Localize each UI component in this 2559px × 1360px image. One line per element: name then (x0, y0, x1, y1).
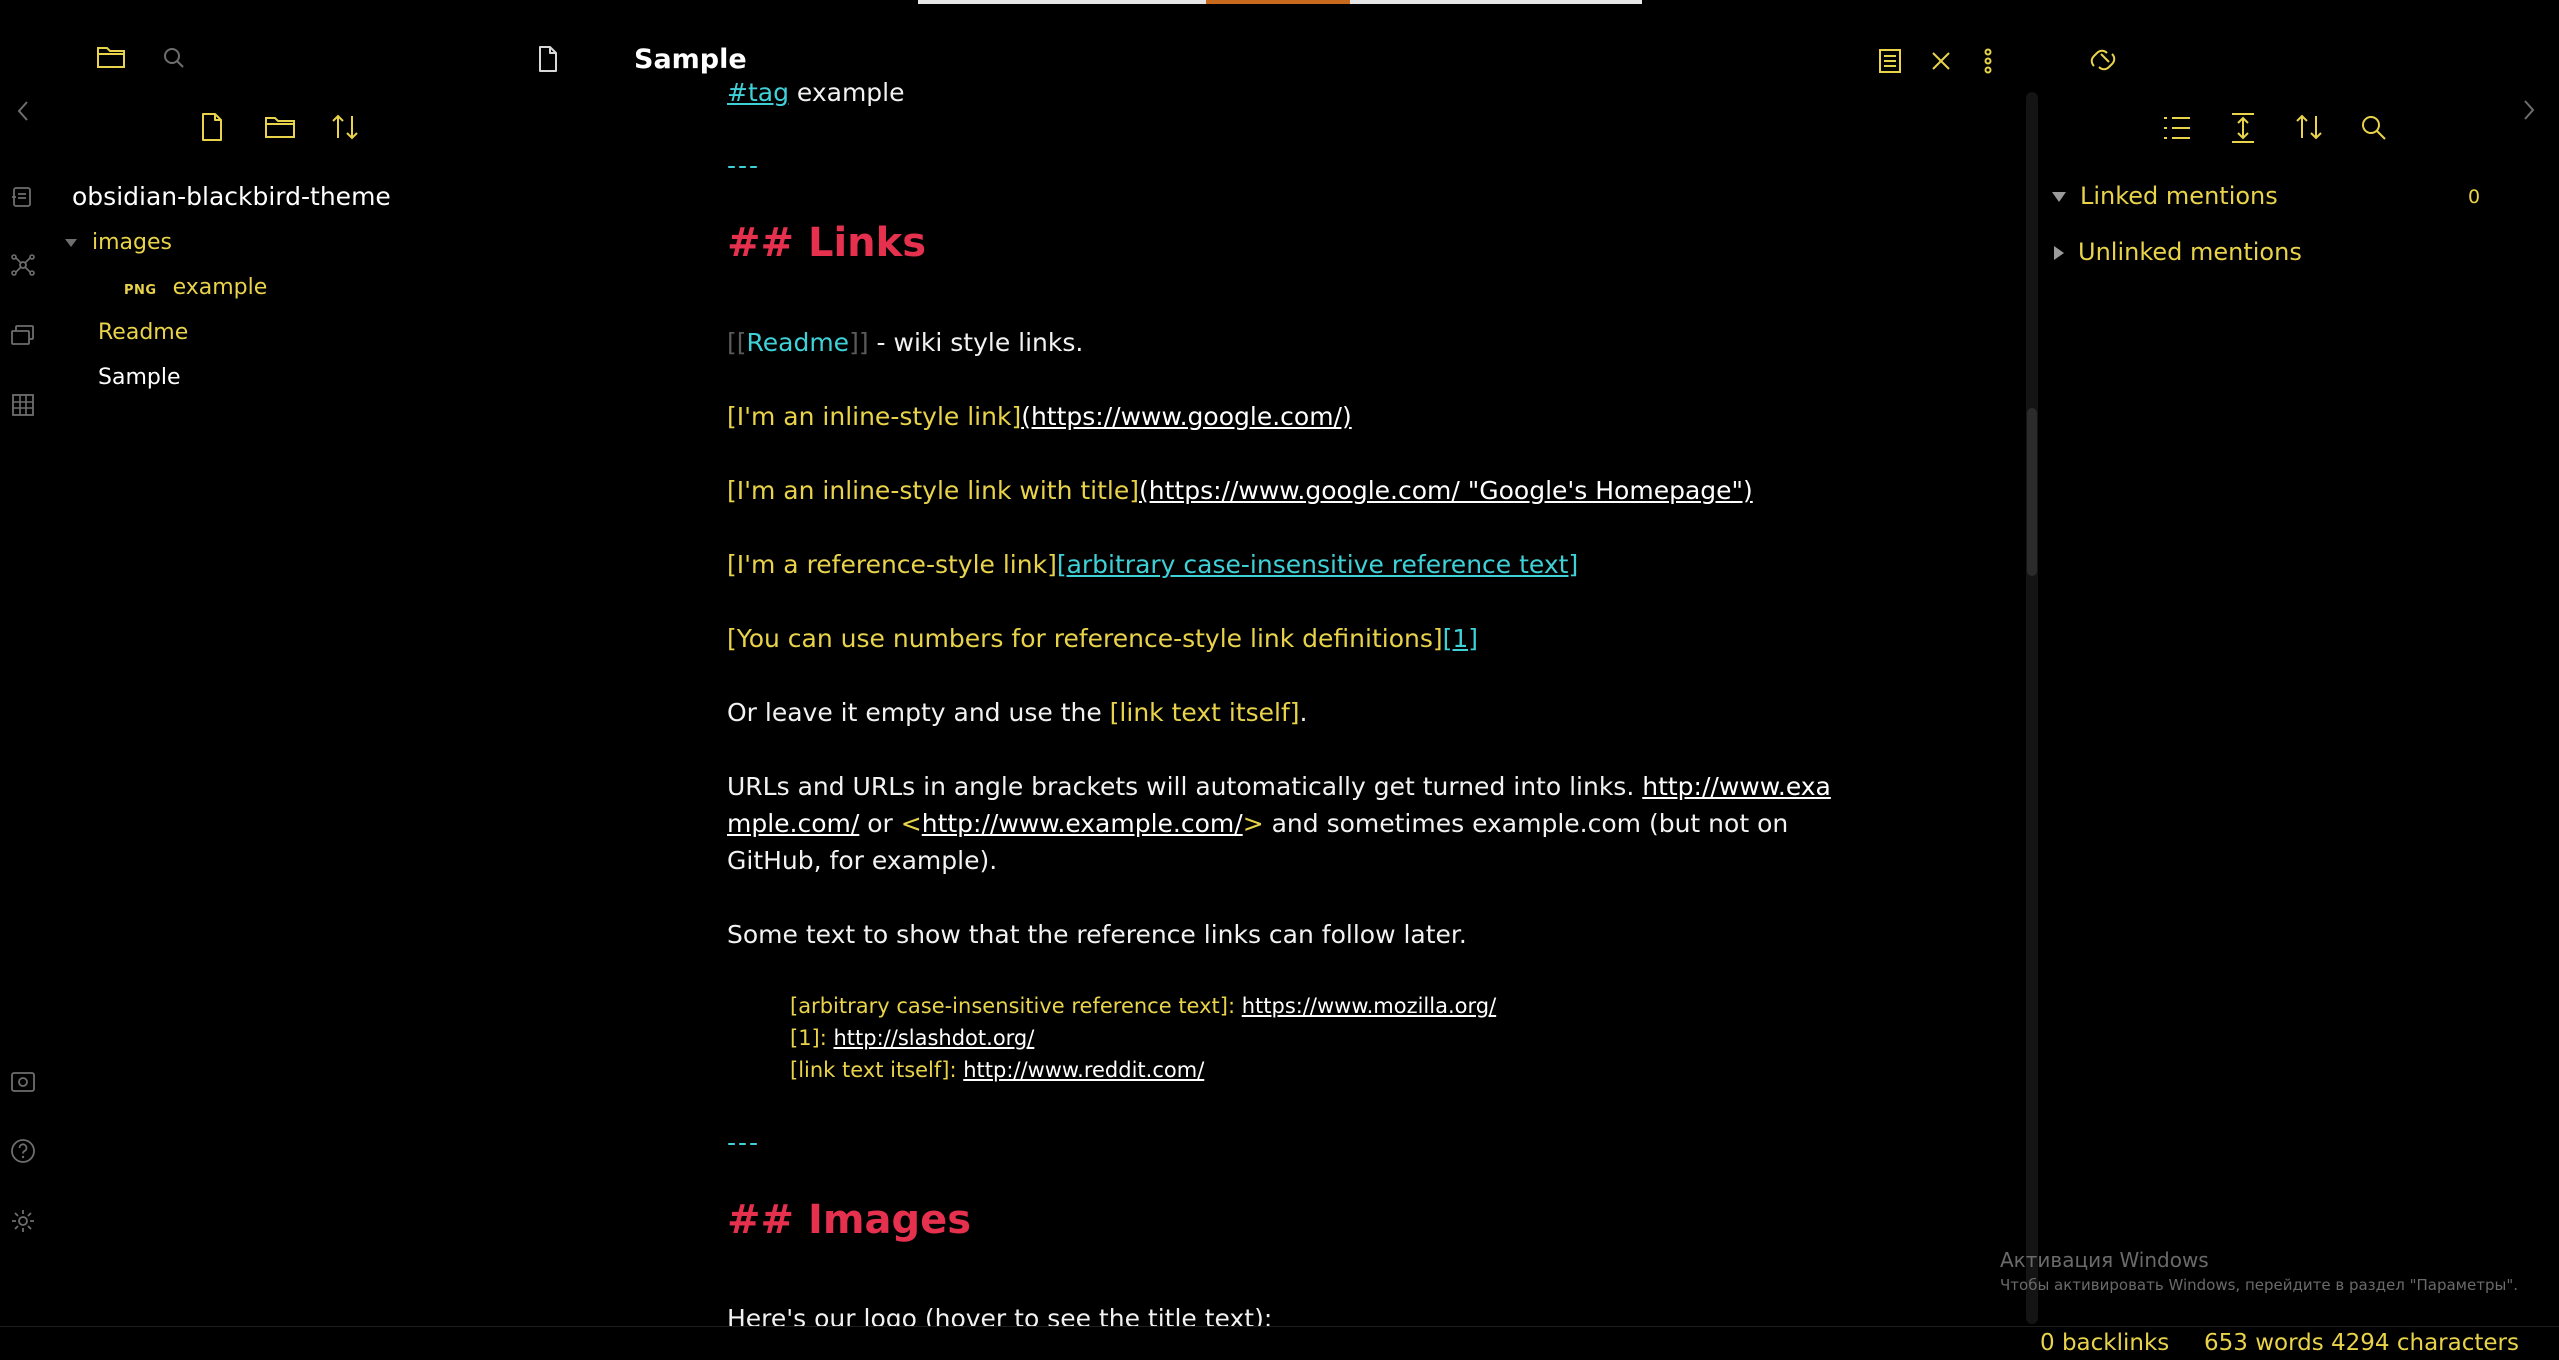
tag-link[interactable]: #tag (727, 78, 789, 107)
windows-activation-watermark: Активация Windows Чтобы активировать Win… (2000, 1248, 2518, 1294)
file-type-badge: PNG (124, 283, 157, 298)
wiki-link-readme[interactable]: Readme (747, 328, 850, 357)
horizontal-rule: --- (727, 1128, 761, 1157)
collapsed-caret-icon (2054, 246, 2064, 260)
tag-line: #tag example (727, 78, 905, 107)
logo-line: Here's our logo (hover to see the title … (727, 1304, 1273, 1326)
open-quick-switcher-icon[interactable] (8, 182, 38, 212)
link-text-itself[interactable]: [link text itself] (1110, 698, 1300, 727)
numbered-reference-line: [You can use numbers for reference-style… (727, 624, 1479, 653)
status-bar: 0 backlinks 653 words 4294 characters (0, 1326, 2559, 1360)
linked-mentions-header[interactable]: Linked mentions (2052, 182, 2278, 210)
urls-line-1: URLs and URLs in angle brackets will aut… (727, 772, 1831, 801)
file-label: example (172, 275, 268, 300)
collapse-caret-icon[interactable] (64, 237, 78, 249)
collapse-results-icon[interactable] (2162, 114, 2192, 142)
note-sample-active[interactable]: Sample (98, 365, 181, 390)
new-note-icon[interactable] (200, 112, 224, 142)
more-options-icon[interactable] (1984, 48, 1992, 74)
urls-line-2: mple.com/ or <http://www.example.com/> a… (727, 809, 1789, 838)
vault-switcher-icon[interactable] (8, 1067, 38, 1097)
editor-scrollbar-thumb[interactable] (2027, 408, 2037, 576)
vault-name[interactable]: obsidian-blackbird-theme (72, 182, 391, 211)
reference-definition: [1]: http://slashdot.org/ (790, 1026, 1035, 1050)
expand-caret-icon (2052, 192, 2066, 202)
reference-definition: [arbitrary case-insensitive reference te… (790, 994, 1497, 1018)
slides-icon[interactable] (8, 320, 38, 350)
file-explorer-pane: obsidian-blackbird-theme images PNG examp… (46, 0, 516, 1326)
wiki-link-line: [[Readme]] - wiki style links. (727, 328, 1084, 357)
new-folder-icon[interactable] (264, 114, 296, 140)
unlinked-mentions-header[interactable]: Unlinked mentions (2054, 238, 2302, 266)
numbered-reference-link[interactable]: [1] (1443, 624, 1478, 653)
folder-label: images (92, 230, 172, 255)
note-file-icon (538, 46, 558, 72)
editor-scrollbar-track[interactable] (2026, 92, 2038, 1324)
heading-links: ## Links (727, 220, 927, 266)
back-arrow-icon[interactable] (8, 96, 38, 126)
settings-gear-icon[interactable] (8, 1206, 38, 1236)
kanban-board-icon[interactable] (8, 390, 38, 420)
reference-link-line: [I'm a reference-style link][arbitrary c… (727, 550, 1579, 579)
urls-line-3: GitHub, for example). (727, 846, 998, 875)
search-filter-icon[interactable] (2360, 114, 2388, 142)
linked-mentions-count: 0 (2468, 186, 2481, 208)
inline-link-url[interactable]: (https://www.google.com/) (1021, 402, 1352, 431)
files-tab-folder-icon[interactable] (96, 44, 126, 70)
angle-bracket-link[interactable]: http://www.example.com/ (922, 809, 1243, 838)
some-text-line: Some text to show that the reference lin… (727, 920, 1467, 949)
inline-link-title-line: [I'm an inline-style link with title](ht… (727, 476, 1753, 505)
close-icon[interactable] (1930, 50, 1952, 72)
inline-link-line: [I'm an inline-style link](https://www.g… (727, 402, 1352, 431)
reference-url[interactable]: http://slashdot.org/ (834, 1026, 1035, 1050)
reference-url[interactable]: http://www.reddit.com/ (963, 1058, 1204, 1082)
editor-pane: Sample #tag example --- ## Links [[Readm… (516, 0, 2026, 1326)
help-icon[interactable] (8, 1136, 38, 1166)
search-tab-icon[interactable] (162, 46, 186, 70)
reference-definition: [link text itself]: http://www.reddit.co… (790, 1058, 1205, 1082)
show-more-context-icon[interactable] (2228, 112, 2258, 144)
autolink-example-part1[interactable]: http://www.exa (1642, 772, 1831, 801)
reference-url[interactable]: https://www.mozilla.org/ (1242, 994, 1496, 1018)
reading-view-icon[interactable] (1878, 48, 1902, 74)
file-example-png[interactable]: PNG example (124, 275, 267, 300)
heading-images: ## Images (727, 1197, 972, 1243)
status-backlinks[interactable]: 0 backlinks (2040, 1330, 2169, 1356)
backlinks-pane: Linked mentions 0 Unlinked mentions (2040, 0, 2559, 1326)
empty-link-line: Or leave it empty and use the [link text… (727, 698, 1308, 727)
note-readme[interactable]: Readme (98, 320, 188, 345)
graph-view-icon[interactable] (8, 250, 38, 280)
reference-link[interactable]: [arbitrary case-insensitive reference te… (1057, 550, 1578, 579)
autolink-example-part2[interactable]: mple.com/ (727, 809, 859, 838)
sort-order-icon[interactable] (330, 112, 360, 142)
note-title[interactable]: Sample (634, 44, 747, 75)
change-sort-order-icon[interactable] (2294, 112, 2324, 142)
forward-arrow-icon[interactable] (2520, 98, 2538, 122)
folder-images[interactable]: images (64, 230, 172, 255)
left-ribbon (0, 0, 46, 1326)
backlinks-tab-icon[interactable] (2088, 46, 2118, 74)
status-word-count: 653 words (2204, 1330, 2324, 1356)
horizontal-rule: --- (727, 151, 761, 180)
status-character-count: 4294 characters (2331, 1330, 2519, 1356)
inline-link-title-url[interactable]: (https://www.google.com/ "Google's Homep… (1139, 476, 1753, 505)
